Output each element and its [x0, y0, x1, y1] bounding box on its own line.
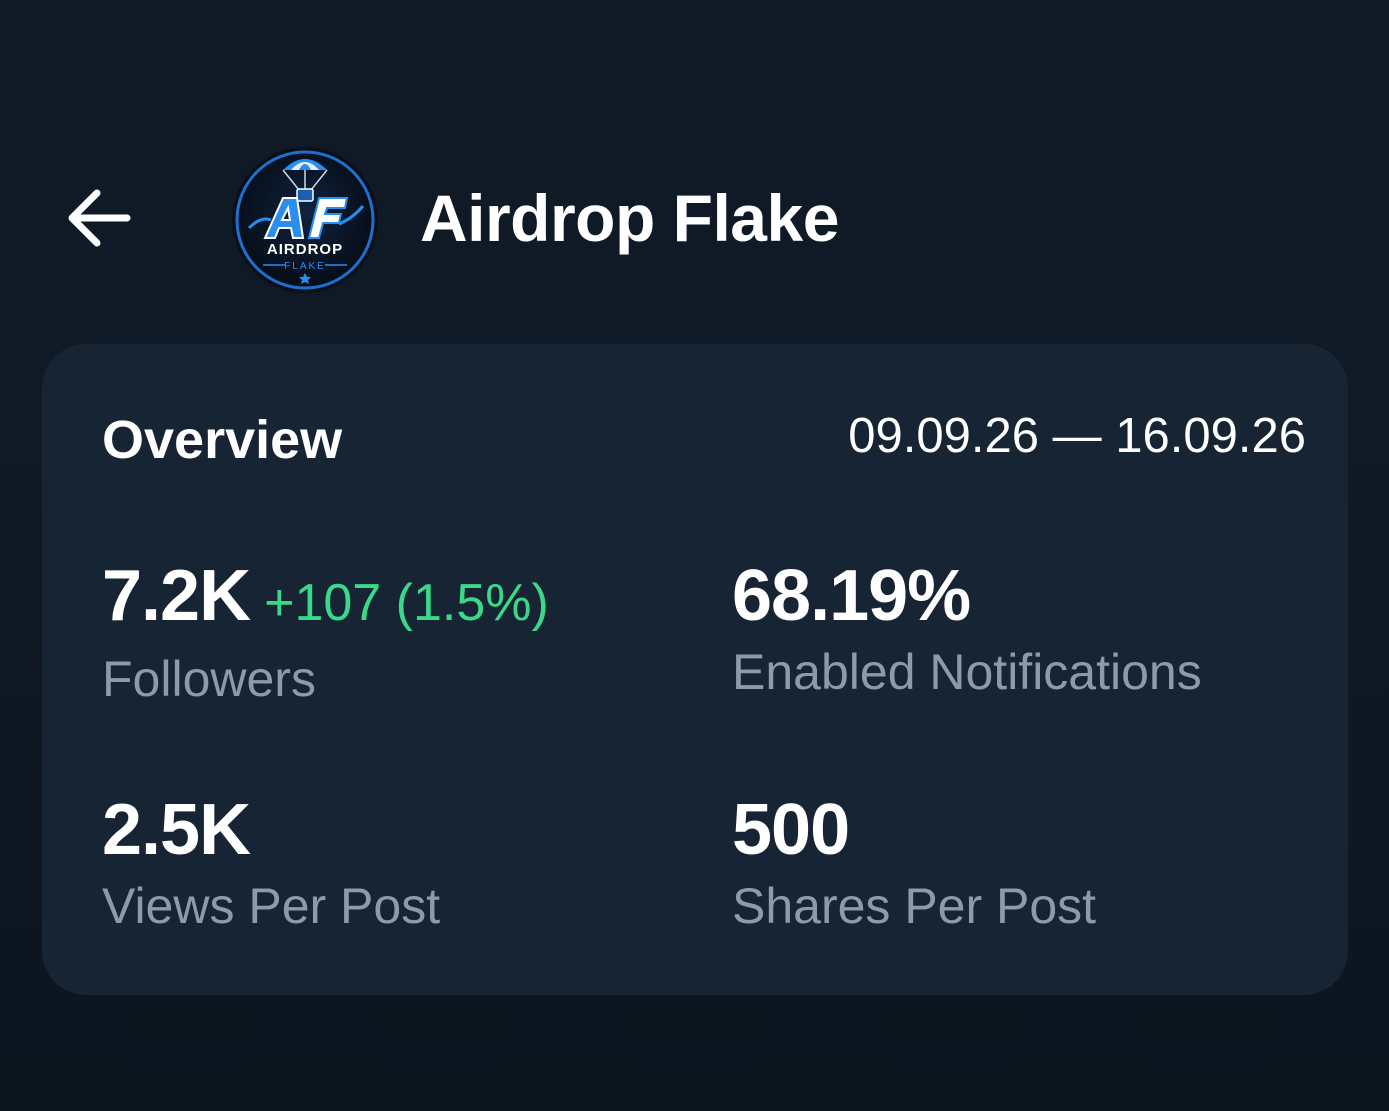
stat-shares: 500 Shares Per Post — [732, 788, 1096, 936]
views-label: Views Per Post — [102, 878, 441, 934]
parachute-logo-icon: AIRDROP FLAKE — [232, 147, 378, 293]
channel-title: Airdrop Flake — [420, 181, 839, 255]
notifications-label: Enabled Notifications — [732, 644, 1202, 700]
followers-value: 7.2K — [102, 556, 251, 636]
arrow-left-icon — [68, 189, 131, 247]
notifications-value: 68.19% — [732, 556, 971, 636]
views-value: 2.5K — [102, 790, 251, 870]
overview-title: Overview — [102, 410, 343, 470]
shares-value: 500 — [732, 790, 850, 870]
stat-views: 2.5K Views Per Post — [102, 788, 440, 936]
svg-text:FLAKE: FLAKE — [284, 261, 326, 272]
shares-label: Shares Per Post — [732, 878, 1097, 934]
stat-value: 7.2K +107 (1.5%) — [102, 554, 549, 645]
channel-header: AIRDROP FLAKE Airdrop Flake — [0, 140, 1389, 295]
stat-notifications: 68.19% Enabled Notifications — [732, 554, 1202, 702]
stat-followers: 7.2K +107 (1.5%) Followers — [102, 554, 549, 709]
svg-text:AIRDROP: AIRDROP — [267, 241, 343, 258]
followers-label: Followers — [102, 651, 316, 707]
date-range: 09.09.26 — 16.09.26 — [848, 409, 1306, 463]
overview-card: Overview 09.09.26 — 16.09.26 7.2K +107 (1… — [42, 344, 1348, 995]
channel-avatar[interactable]: AIRDROP FLAKE — [231, 146, 379, 294]
followers-delta: +107 (1.5%) — [264, 574, 549, 632]
back-button[interactable] — [58, 180, 138, 256]
